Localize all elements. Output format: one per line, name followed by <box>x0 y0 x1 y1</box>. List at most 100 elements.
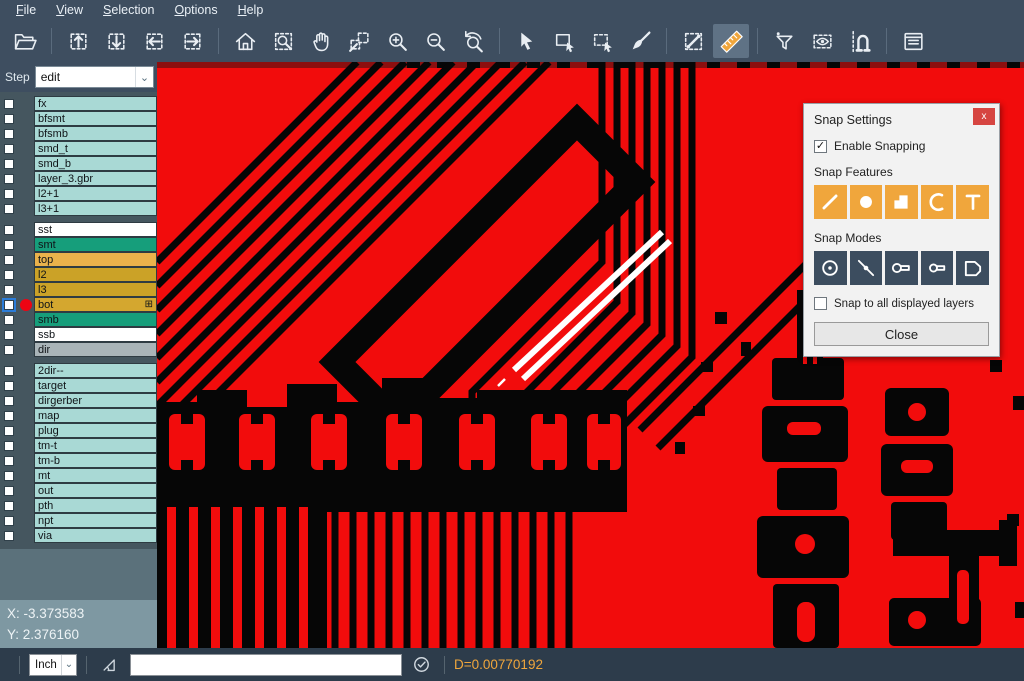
layer-label-pth[interactable]: pth <box>34 498 157 513</box>
mode-corner-button[interactable] <box>956 251 989 285</box>
layer-label-2dir--[interactable]: 2dir-- <box>34 363 157 378</box>
close-button[interactable]: Close <box>814 322 989 346</box>
menu-item-selection[interactable]: Selection <box>93 0 164 20</box>
layer-label-bfsmb[interactable]: bfsmb <box>34 126 157 141</box>
layer-visibility-checkbox[interactable] <box>4 159 14 169</box>
menu-item-file[interactable]: File <box>6 0 46 20</box>
zoom-window-button[interactable] <box>265 24 301 58</box>
layer-visibility-checkbox[interactable] <box>4 129 14 139</box>
brush-button[interactable] <box>622 24 658 58</box>
layer-label-map[interactable]: map <box>34 408 157 423</box>
show-options-button[interactable] <box>804 24 840 58</box>
select-cursor-button[interactable] <box>508 24 544 58</box>
layer-label-npt[interactable]: npt <box>34 513 157 528</box>
pan-left-button[interactable] <box>136 24 172 58</box>
layer-label-top[interactable]: top <box>34 252 157 267</box>
command-input[interactable] <box>130 654 402 676</box>
layer-label-tm-t[interactable]: tm-t <box>34 438 157 453</box>
open-folder-button[interactable] <box>7 24 43 58</box>
layer-visibility-checkbox[interactable] <box>4 189 14 199</box>
layer-visibility-checkbox[interactable] <box>4 315 14 325</box>
layer-label-plug[interactable]: plug <box>34 423 157 438</box>
menu-item-options[interactable]: Options <box>164 0 227 20</box>
layer-visibility-checkbox[interactable] <box>4 330 14 340</box>
feat-text-button[interactable] <box>956 185 989 219</box>
layer-label-out[interactable]: out <box>34 483 157 498</box>
layer-label-smt[interactable]: smt <box>34 237 157 252</box>
pan-hand-button[interactable] <box>303 24 339 58</box>
layer-visibility-checkbox[interactable] <box>4 516 14 526</box>
layer-label-l2+1[interactable]: l2+1 <box>34 186 157 201</box>
layer-visibility-checkbox[interactable] <box>4 225 14 235</box>
layer-label-bfsmt[interactable]: bfsmt <box>34 111 157 126</box>
layer-visibility-checkbox[interactable] <box>4 270 14 280</box>
zoom-area-button[interactable] <box>341 24 377 58</box>
layer-visibility-checkbox[interactable] <box>4 531 14 541</box>
feat-arc-button[interactable] <box>921 185 954 219</box>
home-button[interactable] <box>227 24 263 58</box>
layer-label-sst[interactable]: sst <box>34 222 157 237</box>
layer-label-fx[interactable]: fx <box>34 96 157 111</box>
layer-visibility-checkbox[interactable] <box>4 114 14 124</box>
layer-visibility-checkbox[interactable] <box>4 99 14 109</box>
layer-label-l3+1[interactable]: l3+1 <box>34 201 157 216</box>
layer-label-layer_3.gbr[interactable]: layer_3.gbr <box>34 171 157 186</box>
layer-visibility-checkbox[interactable] <box>4 411 14 421</box>
ruler-button[interactable] <box>713 24 749 58</box>
pan-right-button[interactable] <box>174 24 210 58</box>
layer-label-tm-b[interactable]: tm-b <box>34 453 157 468</box>
step-select[interactable]: edit ⌄ <box>35 66 154 88</box>
layer-visibility-checkbox[interactable] <box>4 441 14 451</box>
layer-visibility-checkbox[interactable] <box>4 396 14 406</box>
layer-visibility-checkbox[interactable] <box>4 300 14 310</box>
layer-label-via[interactable]: via <box>34 528 157 543</box>
pan-down-button[interactable] <box>98 24 134 58</box>
mode-slot-end-button[interactable] <box>885 251 918 285</box>
layer-visibility-checkbox[interactable] <box>4 144 14 154</box>
enable-snapping-row[interactable]: ✓ Enable Snapping <box>814 139 989 153</box>
mode-center-button[interactable] <box>814 251 847 285</box>
layer-visibility-checkbox[interactable] <box>4 381 14 391</box>
unit-select[interactable]: Inch ⌄ <box>29 654 77 676</box>
layer-label-smb[interactable]: smb <box>34 312 157 327</box>
pan-up-button[interactable] <box>60 24 96 58</box>
layer-visibility-checkbox[interactable] <box>4 486 14 496</box>
snap-settings-button[interactable] <box>842 24 878 58</box>
feat-surface-button[interactable] <box>885 185 918 219</box>
measure-line-button[interactable] <box>675 24 711 58</box>
close-icon[interactable]: x <box>973 108 995 125</box>
select-group-button[interactable] <box>584 24 620 58</box>
layer-label-ssb[interactable]: ssb <box>34 327 157 342</box>
apply-check-icon[interactable] <box>412 655 431 674</box>
layer-visibility-checkbox[interactable] <box>4 456 14 466</box>
enable-snapping-checkbox[interactable]: ✓ <box>814 140 827 153</box>
report-button[interactable] <box>895 24 931 58</box>
grid-icon[interactable]: ⊞ <box>145 300 153 310</box>
layer-label-bot[interactable]: bot⊞ <box>34 297 157 312</box>
angle-mode-icon[interactable] <box>100 655 120 675</box>
layer-visibility-checkbox[interactable] <box>4 240 14 250</box>
layer-label-dirgerber[interactable]: dirgerber <box>34 393 157 408</box>
layer-visibility-checkbox[interactable] <box>4 285 14 295</box>
menu-item-help[interactable]: Help <box>228 0 274 20</box>
menu-item-view[interactable]: View <box>46 0 93 20</box>
snap-all-layers-checkbox[interactable] <box>814 297 827 310</box>
zoom-in-button[interactable] <box>379 24 415 58</box>
layer-label-target[interactable]: target <box>34 378 157 393</box>
layer-label-dir[interactable]: dir <box>34 342 157 357</box>
layer-visibility-checkbox[interactable] <box>4 471 14 481</box>
filter-button[interactable] <box>766 24 802 58</box>
layer-label-smd_b[interactable]: smd_b <box>34 156 157 171</box>
all-layers-row[interactable]: Snap to all displayed layers <box>814 297 989 310</box>
select-rect-button[interactable] <box>546 24 582 58</box>
layer-visibility-checkbox[interactable] <box>4 174 14 184</box>
zoom-out-button[interactable] <box>417 24 453 58</box>
layer-label-l2[interactable]: l2 <box>34 267 157 282</box>
layer-label-smd_t[interactable]: smd_t <box>34 141 157 156</box>
zoom-previous-button[interactable] <box>455 24 491 58</box>
layer-visibility-checkbox[interactable] <box>4 426 14 436</box>
layer-visibility-checkbox[interactable] <box>4 204 14 214</box>
layer-label-mt[interactable]: mt <box>34 468 157 483</box>
layer-visibility-checkbox[interactable] <box>4 366 14 376</box>
layer-visibility-checkbox[interactable] <box>4 255 14 265</box>
